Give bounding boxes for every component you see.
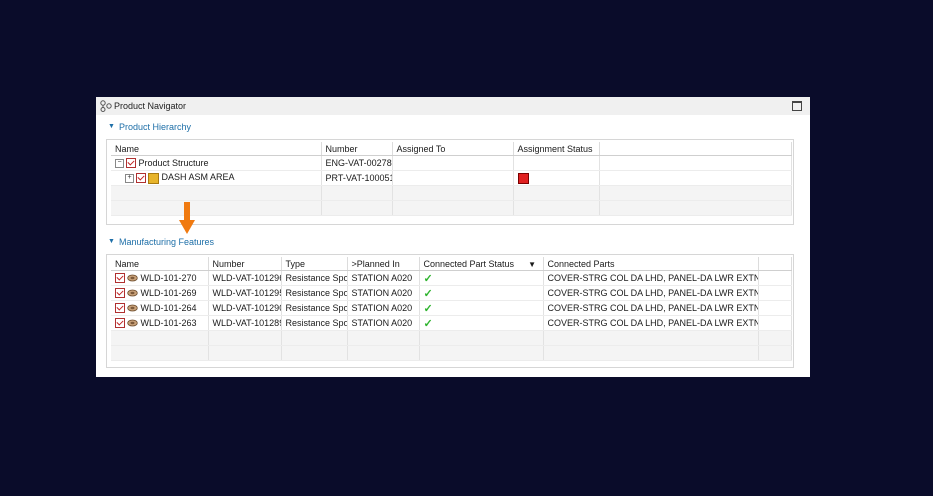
assigned-cell [392,155,514,171]
status-cell [513,170,600,186]
row-name: WLD-101-270 [140,272,197,283]
checkbox-icon[interactable] [136,173,146,184]
assembly-icon [148,172,159,184]
empty-row [111,200,792,216]
name-cell: WLD-101-269 [111,285,209,301]
check-icon: ✓ [423,272,433,285]
table-header-row: Name Number Assigned To Assignment Statu… [111,142,792,156]
checkbox-icon[interactable] [115,288,125,299]
table-row[interactable]: − Product Structure ENG-VAT-002786 [111,155,792,171]
checkbox-icon[interactable] [115,273,125,284]
check-icon: ✓ [423,302,433,315]
empty-row [111,185,792,201]
row-name: DASH ASM AREA [161,172,235,183]
row-name: WLD-101-269 [140,287,197,298]
check-icon: ✓ [423,317,433,330]
connected-part-status-cell: ✓ [419,270,544,286]
weld-feature-icon [127,274,138,282]
type-cell: Resistance Spot [281,315,348,331]
table-row[interactable]: WLD-101-263 WLD-VAT-101289 Resistance Sp… [111,315,792,331]
name-cell: WLD-101-263 [111,315,209,331]
name-cell: WLD-101-264 [111,300,209,316]
column-header-name[interactable]: Name [111,257,209,271]
weld-feature-icon [127,304,138,312]
empty-row [111,330,792,346]
column-header-type[interactable]: Type [281,257,348,271]
connected-part-status-cell: ✓ [419,300,544,316]
status-red-icon [517,172,529,184]
sort-descending-icon[interactable]: ▼ [528,260,536,269]
product-hierarchy-frame: Name Number Assigned To Assignment Statu… [106,139,794,225]
column-header-number[interactable]: Number [321,142,393,156]
column-header-connected-part-status[interactable]: Connected Part Status ▼ [419,257,544,271]
checkbox-icon[interactable] [115,318,125,329]
planned-in-cell: STATION A020 [347,315,420,331]
column-header-connected-parts[interactable]: Connected Parts [543,257,759,271]
planned-in-cell: STATION A020 [347,300,420,316]
type-cell: Resistance Spot [281,270,348,286]
row-name: WLD-101-264 [140,302,197,313]
product-navigator-window: Product Navigator ▼ Product Hierarchy Na… [96,97,810,377]
number-cell: WLD-VAT-101296 [208,270,282,286]
column-header-empty [599,142,792,156]
number-cell: PRT-VAT-100051 [321,170,393,186]
column-header-name[interactable]: Name [111,142,322,156]
weld-feature-icon [127,319,138,327]
weld-feature-icon [127,289,138,297]
table-header-row: Name Number Type >Planned In Connected P… [111,257,792,271]
empty-row [111,345,792,361]
product-hierarchy-section: ▼ Product Hierarchy Name Number Assigned… [106,121,794,225]
checkbox-icon[interactable] [115,303,125,314]
table-row[interactable]: WLD-101-270 WLD-VAT-101296 Resistance Sp… [111,270,792,286]
connected-parts-cell: COVER-STRG COL DA LHD, PANEL-DA LWR EXTN… [543,270,759,286]
product-hierarchy-table: Name Number Assigned To Assignment Statu… [111,142,792,216]
connected-parts-cell: COVER-STRG COL DA LHD, PANEL-DA LWR EXTN… [543,285,759,301]
connected-parts-cell: COVER-STRG COL DA LHD, PANEL-DA LWR EXTN… [543,300,759,316]
expand-toggle-icon[interactable]: + [125,173,134,183]
manufacturing-features-frame: Name Number Type >Planned In Connected P… [106,254,794,368]
column-header-number[interactable]: Number [208,257,282,271]
collapse-icon[interactable]: ▼ [108,238,115,245]
status-cell [513,155,600,171]
connected-part-status-cell: ✓ [419,285,544,301]
number-cell: WLD-VAT-101289 [208,315,282,331]
name-cell: − Product Structure [111,155,322,171]
connected-part-status-cell: ✓ [419,315,544,331]
check-icon: ✓ [423,287,433,300]
manufacturing-features-section: ▼ Manufacturing Features Name Number Typ… [106,236,794,368]
column-header-assignment-status[interactable]: Assignment Status [513,142,600,156]
connected-parts-cell: COVER-STRG COL DA LHD, PANEL-DA LWR EXTN… [543,315,759,331]
row-name: WLD-101-263 [140,317,197,328]
type-cell: Resistance Spot [281,285,348,301]
assigned-cell [392,170,514,186]
collapse-toggle-icon[interactable]: − [115,158,124,168]
table-row[interactable]: WLD-101-264 WLD-VAT-101290 Resistance Sp… [111,300,792,316]
row-name: Product Structure [138,157,209,168]
column-header-planned-in[interactable]: >Planned In [347,257,420,271]
number-cell: WLD-VAT-101290 [208,300,282,316]
navigator-icon [100,100,112,112]
maximize-icon[interactable] [792,101,802,111]
planned-in-cell: STATION A020 [347,285,420,301]
column-header-empty [758,257,792,271]
type-cell: Resistance Spot [281,300,348,316]
name-cell: + DASH ASM AREA [111,170,322,186]
manufacturing-features-title: Manufacturing Features [119,237,215,247]
arrow-down-icon [179,202,195,234]
column-header-assigned-to[interactable]: Assigned To [392,142,514,156]
table-row[interactable]: + DASH ASM AREA PRT-VAT-100051 [111,170,792,186]
name-cell: WLD-101-270 [111,270,209,286]
table-row[interactable]: WLD-101-269 WLD-VAT-101295 Resistance Sp… [111,285,792,301]
number-cell: WLD-VAT-101295 [208,285,282,301]
window-title: Product Navigator [114,101,187,111]
collapse-icon[interactable]: ▼ [108,123,115,130]
product-hierarchy-title: Product Hierarchy [119,122,192,132]
planned-in-cell: STATION A020 [347,270,420,286]
window-titlebar: Product Navigator [96,97,810,115]
number-cell: ENG-VAT-002786 [321,155,393,171]
checkbox-icon[interactable] [126,158,136,169]
manufacturing-features-table: Name Number Type >Planned In Connected P… [111,257,792,361]
